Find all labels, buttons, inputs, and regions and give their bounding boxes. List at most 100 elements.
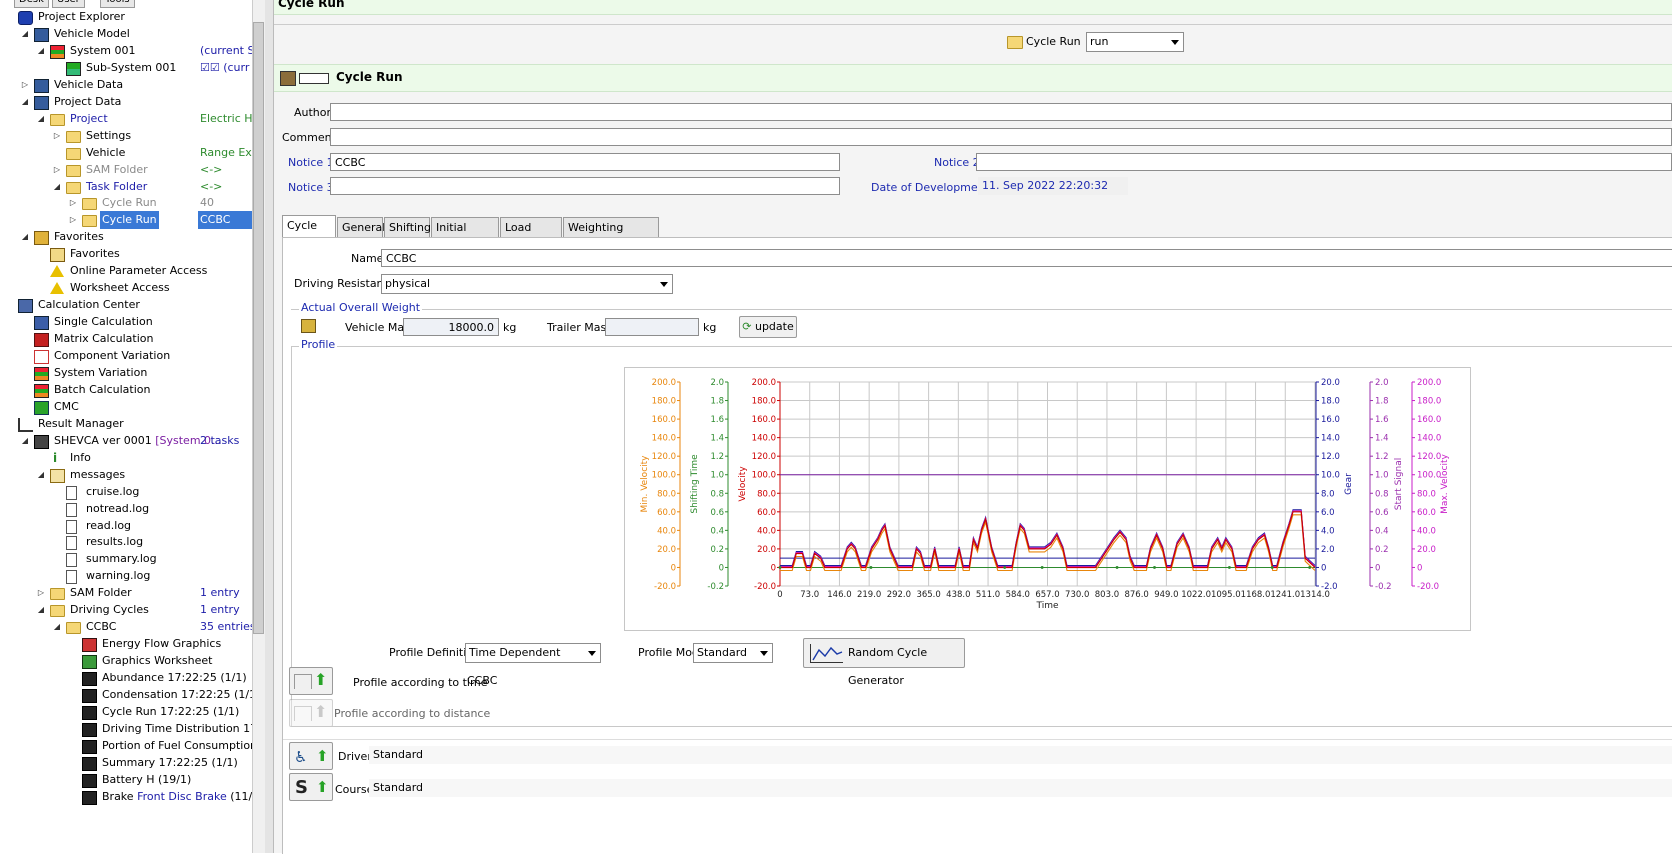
tree-item[interactable]: notread.log — [0, 500, 252, 518]
expand-icon[interactable]: ▷ — [20, 76, 30, 94]
expand-icon[interactable]: ▷ — [68, 211, 78, 229]
doc-icon — [66, 553, 77, 568]
load-profile-time-button[interactable]: ⬆ — [289, 667, 333, 695]
tree-item[interactable]: Project Explorer — [0, 8, 252, 26]
load-profile-distance-button[interactable]: ⬆ — [289, 699, 333, 727]
tree-item[interactable]: warning.log — [0, 567, 252, 585]
tree-item[interactable]: Abundance 17:22:25 (1/1) — [0, 669, 252, 687]
notice2-field[interactable] — [976, 153, 1672, 171]
tree-item[interactable]: Summary 17:22:25 (1/1) — [0, 754, 252, 772]
tree-item[interactable]: ◢ Task Folder <-> — [0, 178, 252, 196]
tree-item[interactable]: read.log — [0, 517, 252, 535]
tab-load-state[interactable]: Load State — [500, 217, 562, 254]
collapse-icon[interactable]: ◢ — [52, 178, 62, 196]
tree-item[interactable]: Driving Time Distribution 17:22:2 — [0, 720, 252, 738]
author-field[interactable] — [330, 103, 1672, 121]
collapse-icon[interactable]: ◢ — [52, 618, 62, 636]
collapse-icon[interactable]: ◢ — [36, 42, 46, 60]
tree-item[interactable]: Matrix Calculation — [0, 330, 252, 348]
expand-icon[interactable]: ▷ — [36, 584, 46, 602]
tab-shifting[interactable]: Shifting — [384, 217, 431, 237]
tree-item[interactable]: ◢ CCBC 35 entries — [0, 618, 252, 636]
tree-item[interactable]: cruise.log — [0, 483, 252, 501]
tree-item[interactable]: Component Variation — [0, 347, 252, 365]
tree-item-label: SAM Folder — [86, 161, 148, 179]
tab-desk[interactable]: Desk — [14, 0, 49, 8]
tree-item[interactable]: Battery H (19/1) — [0, 771, 252, 789]
tree-item[interactable]: Portion of Fuel Consumption 17: — [0, 737, 252, 755]
tab-initial-values[interactable]: Initial Values — [431, 217, 499, 254]
profile-definition-select[interactable]: Time Dependent — [465, 643, 601, 663]
tree-item-label: Summary 17:22:25 (1/1) — [102, 754, 238, 772]
collapse-icon[interactable]: ◢ — [20, 432, 30, 450]
tree-item[interactable]: ▷ Vehicle Data — [0, 76, 252, 94]
collapse-icon[interactable]: ◢ — [36, 466, 46, 484]
tree-item[interactable]: Vehicle Range Ext — [0, 144, 252, 162]
comment-field[interactable] — [330, 128, 1672, 146]
tree-item[interactable]: results.log — [0, 533, 252, 551]
collapse-icon[interactable]: ◢ — [20, 25, 30, 43]
vehicle-mass-field[interactable]: 18000.0 — [403, 318, 499, 336]
tree-item[interactable]: ◢ Favorites — [0, 228, 252, 246]
notice1-field[interactable]: CCBC — [330, 153, 840, 171]
course-load-button[interactable]: S ⬆ — [289, 773, 333, 801]
tree-item[interactable]: summary.log — [0, 550, 252, 568]
tree-item[interactable]: ▷ SAM Folder 1 entry — [0, 584, 252, 602]
tree-item[interactable]: ◢ Project Electric Hy — [0, 110, 252, 128]
update-button-label: update — [754, 320, 794, 333]
update-button[interactable]: ⟳ update — [739, 316, 797, 338]
tree-item[interactable]: ▷ Settings — [0, 127, 252, 145]
name-field[interactable]: CCBC — [381, 249, 1672, 267]
shifting-time-marker — [869, 566, 873, 569]
random-cycle-generator-button[interactable]: Random Cycle Generator — [803, 638, 965, 687]
trailer-mass-field[interactable] — [605, 318, 699, 336]
tree-item[interactable]: ▷ Cycle Run 40 — [0, 194, 252, 212]
tree-scrollbar-thumb[interactable] — [253, 22, 264, 634]
tree-item[interactable]: ◢ Driving Cycles 1 entry — [0, 601, 252, 619]
driver-load-button[interactable]: ♿ ⬆ — [289, 742, 333, 770]
tab-cycle-run[interactable]: Cycle Run — [282, 215, 336, 252]
splitter[interactable] — [265, 0, 274, 853]
tree-item-text: Online Parameter Access — [70, 264, 208, 278]
tree-item[interactable]: Batch Calculation — [0, 381, 252, 399]
tree-item-label: Cycle Run — [102, 194, 157, 212]
collapse-icon[interactable]: ◢ — [36, 601, 46, 619]
tree-item[interactable]: ◢ System 001 (current Sy — [0, 42, 252, 60]
collapse-icon[interactable]: ◢ — [20, 93, 30, 111]
tree-item[interactable]: ◢ messages — [0, 466, 252, 484]
tree-item[interactable]: Single Calculation — [0, 313, 252, 331]
notice3-field[interactable] — [330, 177, 840, 195]
expand-icon[interactable]: ▷ — [52, 161, 62, 179]
tab-user[interactable]: User — [52, 0, 85, 8]
tree-item[interactable]: Condensation 17:22:25 (1/1) — [0, 686, 252, 704]
tree-item[interactable]: Graphics Worksheet — [0, 652, 252, 670]
tree-item[interactable]: Result Manager — [0, 415, 252, 433]
tree-item[interactable]: Worksheet Access — [0, 279, 252, 297]
tree-item[interactable]: ◢ Project Data — [0, 93, 252, 111]
expand-icon[interactable]: ▷ — [68, 194, 78, 212]
tree-item[interactable]: Calculation Center — [0, 296, 252, 314]
tree-item[interactable]: Energy Flow Graphics — [0, 635, 252, 653]
tree-item[interactable]: Online Parameter Access — [0, 262, 252, 280]
tree-item[interactable]: ◢ Vehicle Model — [0, 25, 252, 43]
profile-model-select[interactable]: Standard — [693, 643, 773, 663]
tree-item[interactable]: System Variation — [0, 364, 252, 382]
tree-item[interactable]: ◢ SHEVCA ver 0001 [System 0... 2 tasks — [0, 432, 252, 450]
tree-item[interactable]: CMC — [0, 398, 252, 416]
tree-item[interactable]: Brake Front Disc Brake (11/1) — [0, 788, 252, 806]
collapse-icon[interactable]: ◢ — [36, 110, 46, 128]
tree-item[interactable]: ▷ SAM Folder <-> — [0, 161, 252, 179]
tree-item[interactable]: Sub-System 001 ☑☑ (curr — [0, 59, 252, 77]
tree-item[interactable]: ▷ Cycle Run CCBC — [0, 211, 252, 230]
tree-item[interactable]: Favorites — [0, 245, 252, 263]
tree-item[interactable]: i Info — [0, 449, 252, 467]
expand-icon[interactable]: ▷ — [52, 127, 62, 145]
tab-general[interactable]: General — [337, 217, 385, 237]
run-selector[interactable]: run — [1086, 32, 1184, 52]
driving-resistance-select[interactable]: physical — [381, 274, 673, 294]
tab-tools[interactable]: Tools — [100, 0, 135, 8]
tree-item[interactable]: Cycle Run 17:22:25 (1/1) — [0, 703, 252, 721]
collapse-icon[interactable]: ◢ — [20, 228, 30, 246]
tab-weighting-factors[interactable]: Weighting Factors — [563, 217, 659, 254]
tree-item-suffix: (11/1) — [230, 789, 252, 803]
